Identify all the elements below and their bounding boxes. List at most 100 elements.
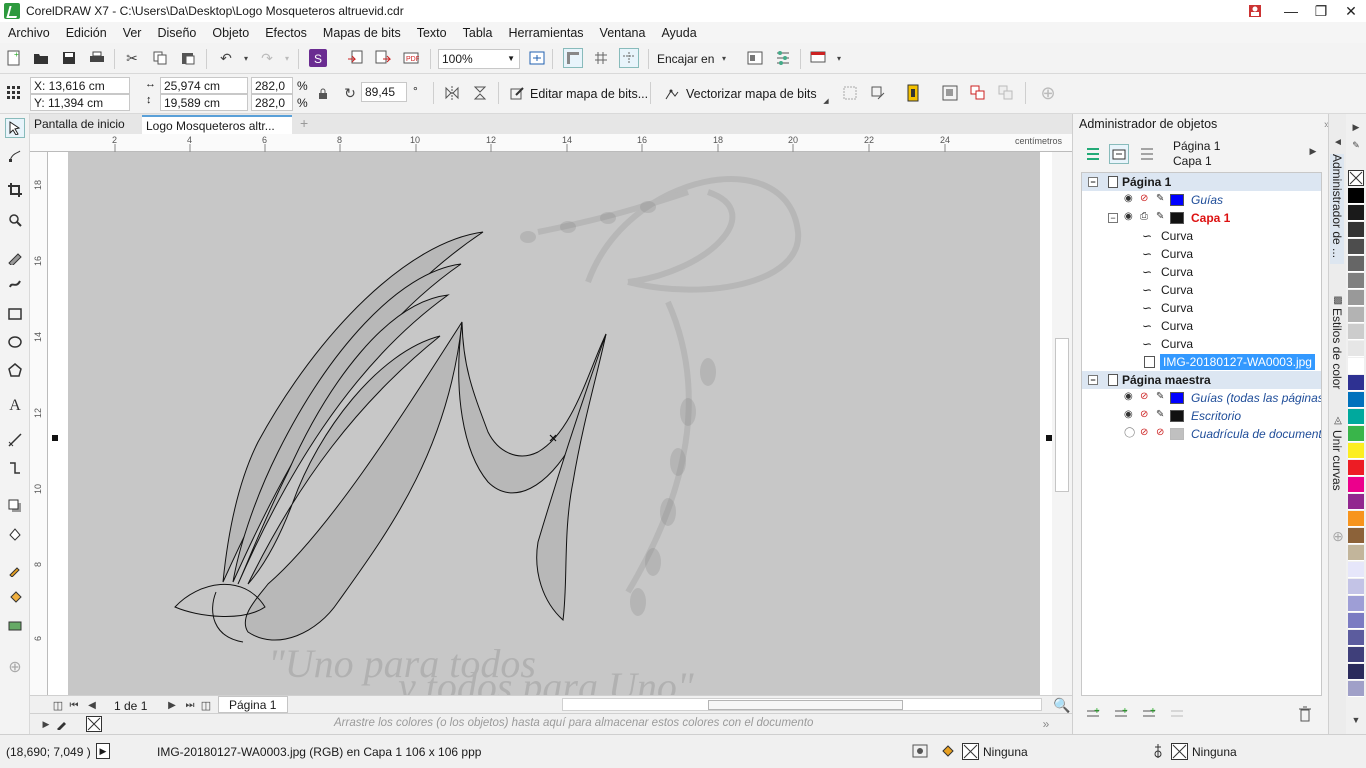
tree-curve-item[interactable]: ∽ Curva — [1082, 317, 1321, 335]
trace-bitmap-dropdown-icon[interactable]: ◢ — [816, 91, 836, 111]
drawing-canvas[interactable]: "Uno para todos y todos para Uno" — [48, 152, 1052, 695]
palette-swatch[interactable] — [1348, 273, 1364, 289]
tree-curve-item[interactable]: ∽ Curva — [1082, 245, 1321, 263]
show-guidelines-icon[interactable] — [619, 48, 639, 68]
locked-icon[interactable]: ⊘ — [1156, 428, 1168, 438]
tree-master-guides[interactable]: ◉ ⊘ ✎ Guías (todas las páginas) — [1082, 389, 1321, 407]
scale-height-field[interactable]: 282,0 — [251, 94, 293, 111]
menu-objeto[interactable]: Objeto — [204, 26, 257, 40]
palette-swatch[interactable] — [1348, 647, 1364, 663]
status-expand-icon[interactable]: ▶ — [96, 743, 110, 759]
tree-curve-item[interactable]: ∽ Curva — [1082, 263, 1321, 281]
editable-pencil-icon[interactable]: ✎ — [1156, 410, 1168, 420]
close-button[interactable]: ✕ — [1336, 0, 1366, 22]
to-front-icon[interactable] — [968, 83, 988, 103]
menu-archivo[interactable]: Archivo — [0, 26, 58, 40]
show-rulers-icon[interactable] — [563, 48, 583, 68]
redo-dropdown-icon[interactable]: ▾ — [277, 48, 297, 68]
tree-master-page[interactable]: − Página maestra — [1082, 371, 1321, 389]
sidetab-color-styles[interactable]: Estilos de color — [1330, 308, 1344, 398]
vertical-ruler[interactable]: 18 16 14 12 10 8 6 — [30, 152, 48, 695]
delete-icon[interactable] — [1295, 704, 1315, 724]
interactive-fill-icon[interactable] — [5, 588, 25, 608]
palette-eyedropper-icon[interactable] — [52, 714, 72, 734]
bitmap-color-mask-icon[interactable] — [903, 83, 923, 103]
collapse-icon[interactable]: − — [1088, 177, 1098, 187]
palette-swatch[interactable] — [1348, 579, 1364, 595]
tree-guides[interactable]: ◉ ⊘ ✎ Guías — [1082, 191, 1321, 209]
palette-swatch[interactable] — [1348, 511, 1364, 527]
drop-shadow-icon[interactable] — [5, 496, 25, 516]
text-tool-icon[interactable]: A — [5, 396, 25, 416]
ellipse-tool-icon[interactable] — [5, 332, 25, 352]
bitmap-image[interactable]: "Uno para todos y todos para Uno" — [68, 152, 1040, 695]
palette-scroll-down-icon[interactable]: ▼ — [1346, 710, 1366, 730]
undo-dropdown-icon[interactable]: ▾ — [236, 48, 256, 68]
palette-swatch[interactable] — [1348, 426, 1364, 442]
page-tab-1[interactable]: Página 1 — [218, 696, 288, 713]
user-icon[interactable] — [1240, 0, 1270, 22]
palette-swatch[interactable] — [1348, 239, 1364, 255]
add-toolbar-icon[interactable]: ⊕ — [1038, 83, 1058, 103]
smart-fill-icon[interactable] — [5, 614, 25, 634]
prev-page-icon[interactable]: ◀ — [82, 695, 102, 715]
new-master-layer-odd-icon[interactable] — [1167, 704, 1187, 724]
launch-dropdown-icon[interactable]: ▾ — [829, 48, 849, 68]
new-layer-icon[interactable]: + — [1083, 704, 1103, 724]
tree-curve-item[interactable]: ∽ Curva — [1082, 227, 1321, 245]
editable-pencil-icon[interactable]: ✎ — [1156, 194, 1168, 204]
layer-manager-view-icon[interactable] — [1137, 144, 1157, 164]
palette-swatch[interactable] — [1348, 290, 1364, 306]
polygon-tool-icon[interactable] — [5, 360, 25, 380]
menu-herramientas[interactable]: Herramientas — [501, 26, 592, 40]
horizontal-ruler[interactable]: 2 4 6 8 10 12 14 16 18 20 22 24 centímet… — [30, 134, 1072, 152]
palette-menu-icon[interactable]: ▶ — [1346, 117, 1366, 137]
palette-swatch[interactable] — [1348, 307, 1364, 323]
zoom-tool-icon[interactable] — [5, 210, 25, 230]
vertical-scrollbar[interactable] — [1052, 152, 1072, 695]
add-tool-icon[interactable]: ⊕ — [5, 657, 25, 677]
fill-none-swatch[interactable] — [962, 743, 979, 760]
tree-bitmap-item[interactable]: IMG-20180127-WA0003.jpg — [1082, 353, 1321, 371]
menu-ver[interactable]: Ver — [115, 26, 150, 40]
save-icon[interactable] — [59, 48, 79, 68]
palette-swatch[interactable] — [1348, 324, 1364, 340]
edit-bitmap-icon[interactable] — [507, 83, 527, 103]
printable-disabled-icon[interactable]: ⊘ — [1140, 194, 1152, 204]
palette-swatch[interactable] — [1348, 596, 1364, 612]
eyedropper-tool-icon[interactable] — [5, 560, 25, 580]
no-color-swatch[interactable] — [86, 716, 102, 732]
new-master-layer-icon[interactable]: + — [1111, 704, 1131, 724]
palette-swatch[interactable] — [1348, 341, 1364, 357]
copy-icon[interactable] — [150, 48, 170, 68]
menu-edicion[interactable]: Edición — [58, 26, 115, 40]
new-tab-icon[interactable]: + — [296, 115, 316, 134]
menu-diseno[interactable]: Diseño — [149, 26, 204, 40]
outline-none-swatch[interactable] — [1171, 743, 1188, 760]
tab-welcome-screen[interactable]: Pantalla de inicio — [30, 115, 140, 134]
horizontal-scroll-thumb[interactable] — [708, 700, 903, 710]
object-height-field[interactable]: 19,589 cm — [160, 94, 248, 111]
export-icon[interactable] — [373, 48, 393, 68]
next-page-icon[interactable]: ▶ — [162, 695, 182, 715]
menu-efectos[interactable]: Efectos — [257, 26, 315, 40]
show-object-properties-icon[interactable] — [1083, 144, 1103, 164]
palette-swatch[interactable] — [1348, 205, 1364, 221]
palette-swatch[interactable] — [1348, 562, 1364, 578]
printable-disabled-icon[interactable]: ⊘ — [1140, 410, 1152, 420]
visibility-eye-icon[interactable]: ◉ — [1124, 392, 1136, 402]
mirror-horizontal-icon[interactable] — [442, 83, 462, 103]
shape-tool-icon[interactable] — [5, 146, 25, 166]
palette-swatch[interactable] — [1348, 494, 1364, 510]
palette-swatch[interactable] — [1348, 392, 1364, 408]
connector-tool-icon[interactable] — [5, 458, 25, 478]
visibility-eye-icon[interactable]: ◉ — [1124, 194, 1136, 204]
paste-icon[interactable] — [178, 48, 198, 68]
undo-icon[interactable]: ↶ — [216, 48, 236, 68]
printable-disabled-icon[interactable]: ⊘ — [1140, 428, 1152, 438]
palette-no-color[interactable] — [1348, 170, 1364, 186]
zoom-level-select[interactable]: 100% ▼ — [438, 49, 520, 69]
launch-icon[interactable] — [808, 48, 828, 68]
show-grid-icon[interactable] — [591, 48, 611, 68]
import-icon[interactable] — [345, 48, 365, 68]
